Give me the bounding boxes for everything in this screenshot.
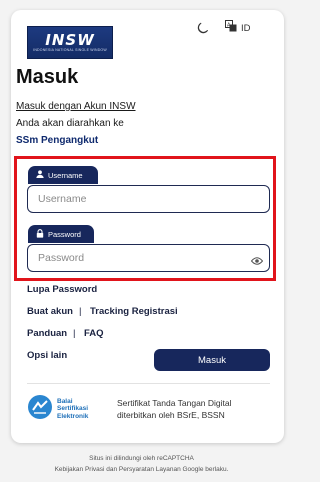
redirect-target: SSm Pengangkut <box>16 135 99 146</box>
moon-icon[interactable] <box>196 21 210 35</box>
guide-link[interactable]: Panduan <box>27 328 67 339</box>
bsre-line: Elektronik <box>57 412 89 420</box>
bsre-logo: Balai Sertifikasi Elektronik <box>27 393 117 425</box>
bsre-emblem-icon <box>27 394 53 425</box>
google-terms-link[interactable]: Kebijakan Privasi dan Persyaratan Layana… <box>0 464 283 475</box>
username-tab-label: Username <box>48 170 83 180</box>
divider <box>27 383 270 384</box>
language-switcher[interactable]: A ID <box>225 20 251 36</box>
link-separator: | <box>73 328 76 339</box>
user-icon <box>36 170 44 180</box>
other-options-link[interactable]: Opsi lain <box>27 350 67 361</box>
language-label: ID <box>241 22 251 34</box>
recaptcha-notice: Situs ini dilindungi oleh reCAPTCHA <box>89 455 194 462</box>
bsre-line: Balai <box>57 397 73 405</box>
recaptcha-footer: Situs ini dilindungi oleh reCAPTCHA Kebi… <box>0 453 283 475</box>
page-title: Masuk <box>16 66 79 88</box>
submit-button[interactable]: Masuk <box>154 349 270 371</box>
logo-subtitle: INDONESIA NATIONAL SINGLE WINDOW <box>33 48 107 52</box>
insw-login-link[interactable]: Masuk dengan Akun INSW <box>16 101 136 112</box>
username-tab: Username <box>28 166 98 184</box>
create-account-link[interactable]: Buat akun <box>27 306 73 317</box>
eye-icon[interactable] <box>250 253 264 265</box>
translate-icon: A <box>225 19 237 37</box>
svg-text:A: A <box>227 22 231 28</box>
faq-link[interactable]: FAQ <box>84 328 104 339</box>
forgot-password-link[interactable]: Lupa Password <box>27 284 97 295</box>
redirect-text: Anda akan diarahkan ke <box>16 118 124 129</box>
logo-wordmark: INSW <box>45 31 95 49</box>
tracking-link[interactable]: Tracking Registrasi <box>90 306 178 317</box>
insw-logo: INSW INDONESIA NATIONAL SINGLE WINDOW <box>27 26 113 59</box>
lock-icon <box>36 228 44 240</box>
certificate-line: diterbitkan oleh BSrE, BSSN <box>117 410 225 420</box>
certificate-line: Sertifikat Tanda Tangan Digital <box>117 398 232 408</box>
username-input[interactable] <box>27 185 270 213</box>
certificate-text: Sertifikat Tanda Tangan Digital diterbit… <box>117 397 267 421</box>
bsre-line: Sertifikasi <box>57 405 89 413</box>
link-separator: | <box>79 306 82 317</box>
password-tab: Password <box>28 225 94 243</box>
password-input[interactable] <box>27 244 270 272</box>
password-tab-label: Password <box>48 229 81 239</box>
